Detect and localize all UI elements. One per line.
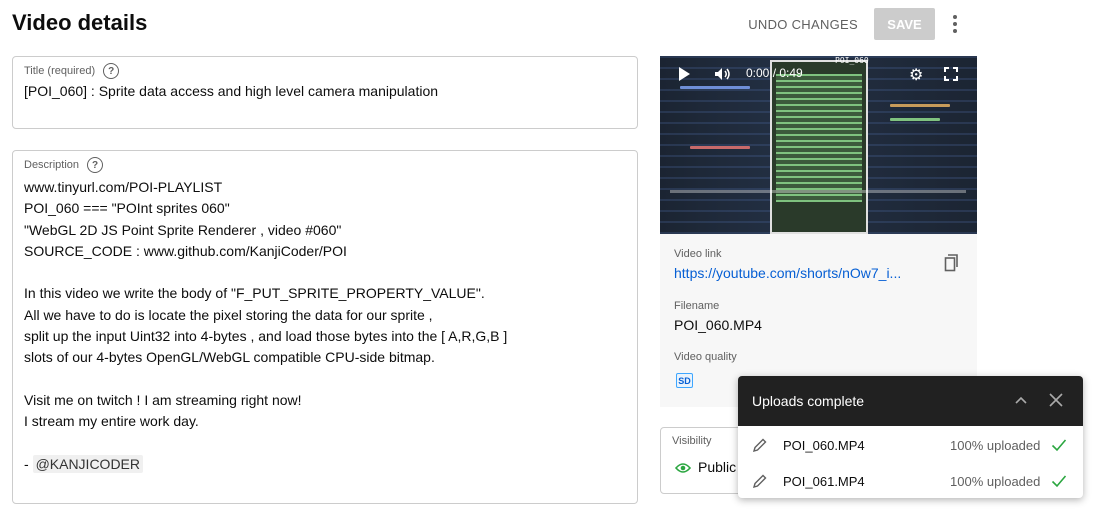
description-line: split up the input Uint32 into 4-bytes ,… [24, 328, 508, 345]
description-field-label-row: Description ? [24, 157, 104, 173]
more-vert-icon [953, 14, 957, 35]
hashtag-link[interactable]: @KANJICODER [32, 454, 144, 473]
video-link-label: Video link [674, 248, 722, 260]
progress-bar[interactable] [670, 190, 966, 193]
fullscreen-icon[interactable] [944, 67, 958, 81]
play-icon[interactable] [679, 67, 690, 81]
video-quality-label: Video quality [674, 351, 737, 363]
description-signoff-line: - @KANJICODER [24, 454, 507, 475]
description-field-label: Description [24, 159, 80, 171]
video-frame-detail [690, 146, 750, 149]
description-line: slots of our 4-bytes OpenGL/WebGL compat… [24, 349, 435, 366]
description-line: "WebGL 2D JS Point Sprite Renderer , vid… [24, 221, 342, 238]
upload-item-status: 100% uploaded [950, 474, 1041, 489]
video-frame-detail [680, 86, 750, 89]
title-field-label-row: Title (required) ? [24, 63, 120, 79]
close-icon[interactable] [1049, 393, 1063, 407]
description-line: In this video we write the body of "F_PU… [24, 285, 485, 302]
volume-icon[interactable] [714, 67, 732, 81]
description-line: www.tinyurl.com/POI-PLAYLIST [24, 179, 223, 195]
undo-changes-button[interactable]: UNDO CHANGES [738, 9, 868, 40]
edit-pencil-icon[interactable] [752, 473, 768, 489]
upload-item: POI_061.MP4 100% uploaded [738, 463, 1083, 498]
description-textarea[interactable]: www.tinyurl.com/POI-PLAYLIST POI_060 ===… [24, 177, 507, 475]
description-line [24, 433, 507, 454]
video-player[interactable]: POI_060 0:00 / 0:49 ⚙ [660, 56, 977, 234]
description-field[interactable]: Description ? www.tinyurl.com/POI-PLAYLI… [12, 150, 638, 504]
copy-icon[interactable] [944, 254, 960, 272]
upload-item-name[interactable]: POI_061.MP4 [783, 474, 865, 489]
upload-item: POI_060.MP4 100% uploaded [738, 427, 1083, 463]
visibility-label: Visibility [672, 435, 712, 447]
eye-icon [675, 463, 691, 473]
description-line: SOURCE_CODE : www.github.com/KanjiCoder/… [24, 242, 347, 259]
help-icon[interactable]: ? [87, 157, 104, 173]
help-icon[interactable]: ? [103, 63, 120, 79]
video-info-card: POI_060 0:00 / 0:49 ⚙ Video link https:/… [660, 56, 977, 407]
video-overlay-label: POI_060 [835, 56, 869, 65]
playback-time: 0:00 / 0:49 [746, 66, 803, 80]
sd-quality-badge: SD [676, 373, 693, 388]
filename-value: POI_060.MP4 [674, 317, 762, 333]
upload-item-name[interactable]: POI_060.MP4 [783, 438, 865, 453]
upload-item-status: 100% uploaded [950, 438, 1041, 453]
chevron-up-icon[interactable] [1014, 393, 1028, 407]
uploads-panel-title: Uploads complete [752, 393, 865, 409]
description-line [24, 262, 507, 283]
checkmark-icon [1051, 439, 1067, 452]
edit-pencil-icon[interactable] [752, 437, 768, 453]
more-options-button[interactable] [937, 8, 973, 40]
video-overlay-content [776, 74, 862, 202]
title-input[interactable]: [POI_060] : Sprite data access and high … [24, 83, 438, 99]
save-button[interactable]: SAVE [874, 8, 935, 40]
description-line: I stream my entire work day. [24, 413, 199, 430]
video-overlay-frame [770, 60, 868, 234]
description-line [24, 369, 507, 390]
video-link[interactable]: https://youtube.com/shorts/nOw7_i... [674, 265, 914, 281]
uploads-panel-header: Uploads complete [738, 376, 1083, 426]
signoff-prefix: - [24, 455, 33, 472]
title-field-label: Title (required) [24, 65, 96, 77]
description-line: Visit me on twitch ! I am streaming righ… [24, 391, 302, 408]
visibility-value: Public [698, 459, 737, 475]
checkmark-icon [1051, 475, 1067, 488]
page-title: Video details [12, 10, 148, 35]
title-field[interactable]: Title (required) ? [POI_060] : Sprite da… [12, 56, 638, 129]
filename-label: Filename [674, 300, 720, 312]
video-frame-detail [890, 104, 950, 107]
video-frame-detail [890, 118, 940, 121]
description-line: All we have to do is locate the pixel st… [24, 306, 433, 323]
description-line: POI_060 === "POInt sprites 060" [24, 200, 230, 217]
uploads-panel: Uploads complete POI_060.MP4 100% upload… [738, 376, 1083, 498]
settings-gear-icon[interactable]: ⚙ [909, 65, 923, 85]
top-actions: UNDO CHANGES SAVE [738, 8, 973, 40]
